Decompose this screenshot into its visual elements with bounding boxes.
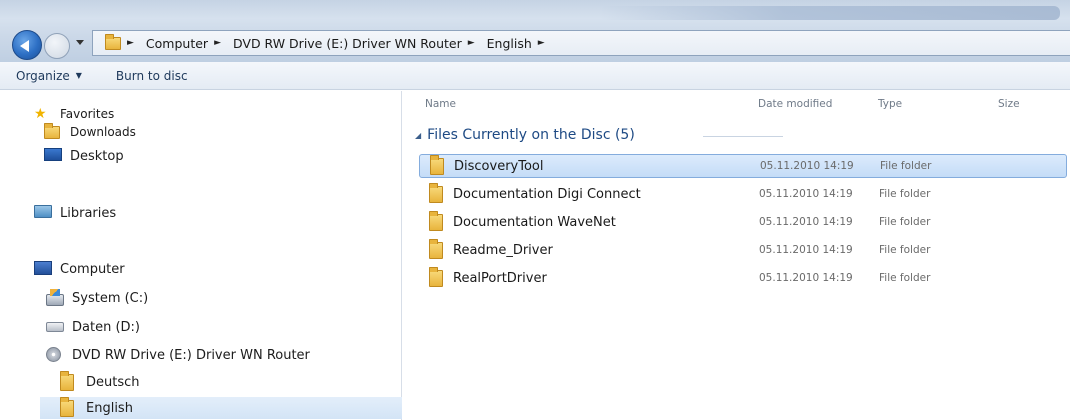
- nav-downloads[interactable]: Downloads: [44, 121, 136, 143]
- column-header-type[interactable]: Type: [878, 98, 902, 110]
- list-item[interactable]: Readme_Driver 05.11.2010 14:19 File fold…: [419, 238, 1067, 262]
- folder-icon: [429, 266, 443, 287]
- nav-dvd-drive[interactable]: DVD RW Drive (E:) Driver WN Router: [46, 344, 310, 366]
- title-bar: ► Computer ► DVD RW Drive (E:) Driver WN…: [0, 0, 1070, 62]
- organize-button[interactable]: Organize ▼: [6, 65, 92, 87]
- group-divider: [703, 136, 783, 137]
- collapse-triangle-icon[interactable]: ◢: [415, 131, 421, 140]
- folder-icon: [105, 33, 121, 50]
- breadcrumb-dvd-drive[interactable]: DVD RW Drive (E:) Driver WN Router: [233, 36, 462, 51]
- nav-computer[interactable]: Computer: [34, 258, 125, 280]
- list-item[interactable]: DiscoveryTool 05.11.2010 14:19 File fold…: [419, 154, 1067, 178]
- column-header-size[interactable]: Size: [998, 98, 1020, 110]
- group-header[interactable]: ◢ Files Currently on the Disc (5): [415, 127, 635, 143]
- column-header-date[interactable]: Date modified: [758, 98, 832, 110]
- dvd-drive-icon: [46, 347, 66, 363]
- folder-icon: [429, 238, 443, 259]
- recent-pages-dropdown[interactable]: [76, 40, 84, 45]
- star-icon: ★: [34, 106, 47, 122]
- address-bar[interactable]: ► Computer ► DVD RW Drive (E:) Driver WN…: [92, 30, 1070, 56]
- folder-icon: [60, 371, 80, 391]
- window-title-area: [600, 6, 1060, 20]
- column-header-name[interactable]: Name: [425, 98, 456, 110]
- chevron-down-icon: ▼: [75, 71, 82, 80]
- nav-deutsch[interactable]: Deutsch: [60, 371, 140, 393]
- folder-icon: [430, 154, 444, 175]
- system-drive-icon: [46, 289, 66, 306]
- list-item[interactable]: Documentation Digi Connect 05.11.2010 14…: [419, 182, 1067, 206]
- chevron-right-icon[interactable]: ►: [468, 38, 475, 48]
- breadcrumb-english[interactable]: English: [487, 36, 532, 51]
- forward-button[interactable]: [44, 33, 70, 59]
- file-list-pane: Name Date modified Type Size ◢ Files Cur…: [403, 91, 1070, 420]
- breadcrumb-computer[interactable]: Computer: [146, 36, 208, 51]
- nav-english[interactable]: English: [40, 397, 402, 419]
- list-item[interactable]: RealPortDriver 05.11.2010 14:19 File fol…: [419, 266, 1067, 290]
- nav-desktop[interactable]: Desktop: [44, 145, 124, 167]
- folder-icon: [60, 397, 80, 417]
- command-bar: Organize ▼ Burn to disc: [0, 62, 1070, 90]
- computer-icon: [34, 261, 54, 277]
- list-item[interactable]: Documentation WaveNet 05.11.2010 14:19 F…: [419, 210, 1067, 234]
- folder-icon: [429, 210, 443, 231]
- chevron-right-icon[interactable]: ►: [538, 38, 545, 48]
- chevron-right-icon[interactable]: ►: [127, 38, 134, 48]
- chevron-right-icon[interactable]: ►: [214, 38, 221, 48]
- nav-daten-drive[interactable]: Daten (D:): [46, 316, 140, 338]
- navigation-pane: ★ Favorites Downloads Desktop Libraries …: [0, 91, 402, 420]
- burn-to-disc-button[interactable]: Burn to disc: [106, 65, 198, 87]
- drive-icon: [46, 319, 66, 335]
- nav-system-drive[interactable]: System (C:): [46, 287, 148, 309]
- libraries-icon: [34, 205, 54, 221]
- folder-icon: [429, 182, 443, 203]
- desktop-icon: [44, 148, 64, 164]
- downloads-folder-icon: [44, 123, 64, 140]
- back-button[interactable]: [12, 30, 42, 60]
- nav-libraries[interactable]: Libraries: [34, 202, 116, 224]
